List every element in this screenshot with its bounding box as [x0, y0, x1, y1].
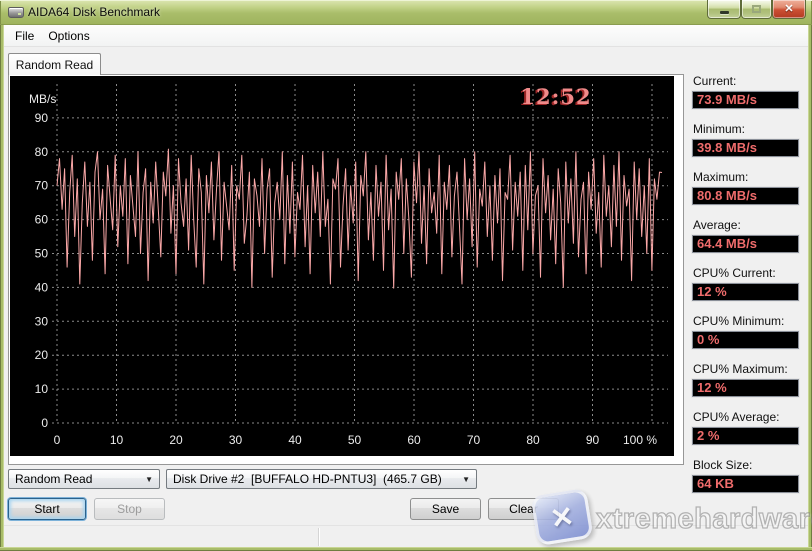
stat-value: 80.8 MB/s	[692, 187, 799, 205]
svg-text:70: 70	[35, 179, 49, 193]
benchmark-chart: 0 10 20 30 40 50 60 70 80 90 100 % 90 80 70 60 50 40 30 20…	[10, 76, 674, 456]
stat-value: 64 KB	[692, 475, 799, 493]
maximize-icon	[752, 5, 761, 13]
stat-label: Current:	[693, 74, 737, 88]
chevron-down-icon: ▼	[145, 475, 153, 484]
window-title: AIDA64 Disk Benchmark	[28, 5, 161, 19]
svg-text:60: 60	[407, 433, 421, 447]
svg-text:80: 80	[526, 433, 540, 447]
menu-bar: File Options	[4, 25, 808, 47]
stats-panel: Current: 73.9 MB/s Minimum: 39.8 MB/s Ma…	[686, 74, 806, 506]
stat-label: CPU% Average:	[693, 410, 780, 424]
stat-label: CPU% Current:	[693, 266, 776, 280]
aida64-disk-benchmark-window: { "window": { "title": "AIDA64 Disk Benc…	[0, 0, 812, 551]
drive-select-value: Disk Drive #2 [BUFFALO HD-PNTU3] (465.7 …	[173, 472, 442, 486]
status-bar	[4, 525, 808, 547]
maximize-button[interactable]	[741, 0, 772, 19]
stat-cpu-average: CPU% Average: 2 %	[686, 410, 806, 445]
menu-file[interactable]: File	[8, 26, 41, 46]
stat-cpu-maximum: CPU% Maximum: 12 %	[686, 362, 806, 397]
stat-value: 12 %	[692, 379, 799, 397]
stat-block-size: Block Size: 64 KB	[686, 458, 806, 493]
chart-canvas: 0 10 20 30 40 50 60 70 80 90 100 % 90 80 70 60 50 40 30 20…	[29, 84, 668, 447]
menu-options[interactable]: Options	[41, 26, 96, 46]
svg-text:40: 40	[35, 280, 49, 294]
stat-value: 64.4 MB/s	[692, 235, 799, 253]
disk-drive-icon	[8, 7, 24, 18]
svg-text:0: 0	[54, 433, 61, 447]
stat-value: 2 %	[692, 427, 799, 445]
minimize-button[interactable]	[707, 0, 741, 19]
svg-text:MB/s: MB/s	[29, 92, 56, 106]
clear-button[interactable]: Clear	[488, 498, 559, 520]
stat-value: 12 %	[692, 283, 799, 301]
start-button[interactable]: Start	[8, 498, 86, 520]
svg-text:100 %: 100 %	[623, 433, 657, 447]
save-button[interactable]: Save	[410, 498, 481, 520]
svg-text:50: 50	[348, 433, 362, 447]
stat-cpu-current: CPU% Current: 12 %	[686, 266, 806, 301]
title-bar[interactable]: AIDA64 Disk Benchmark	[0, 0, 812, 25]
stat-cpu-minimum: CPU% Minimum: 0 %	[686, 314, 806, 349]
tab-random-read[interactable]: Random Read	[8, 53, 101, 75]
stat-current: Current: 73.9 MB/s	[686, 74, 806, 109]
stat-value: 39.8 MB/s	[692, 139, 799, 157]
svg-text:30: 30	[229, 433, 243, 447]
stat-label: Block Size:	[693, 458, 753, 472]
svg-text:80: 80	[35, 145, 49, 159]
svg-text:0: 0	[41, 416, 48, 430]
svg-text:10: 10	[110, 433, 124, 447]
svg-text:20: 20	[169, 433, 183, 447]
stop-button[interactable]: Stop	[94, 498, 165, 520]
stat-value: 0 %	[692, 331, 799, 349]
stat-label: CPU% Maximum:	[693, 362, 788, 376]
stat-label: Average:	[693, 218, 741, 232]
window-frame-right	[808, 25, 812, 547]
minimize-icon	[719, 10, 729, 14]
stat-minimum: Minimum: 39.8 MB/s	[686, 122, 806, 157]
stat-label: Maximum:	[693, 170, 749, 184]
benchmark-type-select[interactable]: Random Read ▼	[8, 469, 160, 489]
svg-text:90: 90	[35, 111, 49, 125]
window-frame-bottom	[0, 547, 812, 551]
svg-text:10: 10	[35, 382, 49, 396]
drive-select[interactable]: Disk Drive #2 [BUFFALO HD-PNTU3] (465.7 …	[166, 469, 477, 489]
svg-text:20: 20	[35, 348, 49, 362]
stat-maximum: Maximum: 80.8 MB/s	[686, 170, 806, 205]
svg-text:70: 70	[467, 433, 481, 447]
benchmark-type-value: Random Read	[15, 472, 93, 486]
svg-text:90: 90	[586, 433, 600, 447]
stat-value: 73.9 MB/s	[692, 91, 799, 109]
stat-label: CPU% Minimum:	[693, 314, 785, 328]
tab-label: Random Read	[15, 57, 94, 72]
close-button[interactable]: ✕	[772, 0, 806, 19]
status-bar-separator	[318, 528, 319, 546]
elapsed-time-label: 12:52	[520, 84, 592, 109]
svg-text:30: 30	[35, 314, 49, 328]
stat-average: Average: 64.4 MB/s	[686, 218, 806, 253]
stat-label: Minimum:	[693, 122, 746, 136]
svg-text:60: 60	[35, 213, 49, 227]
svg-text:40: 40	[288, 433, 302, 447]
svg-text:50: 50	[35, 247, 49, 261]
close-icon: ✕	[784, 2, 794, 15]
chevron-down-icon: ▼	[462, 475, 470, 484]
